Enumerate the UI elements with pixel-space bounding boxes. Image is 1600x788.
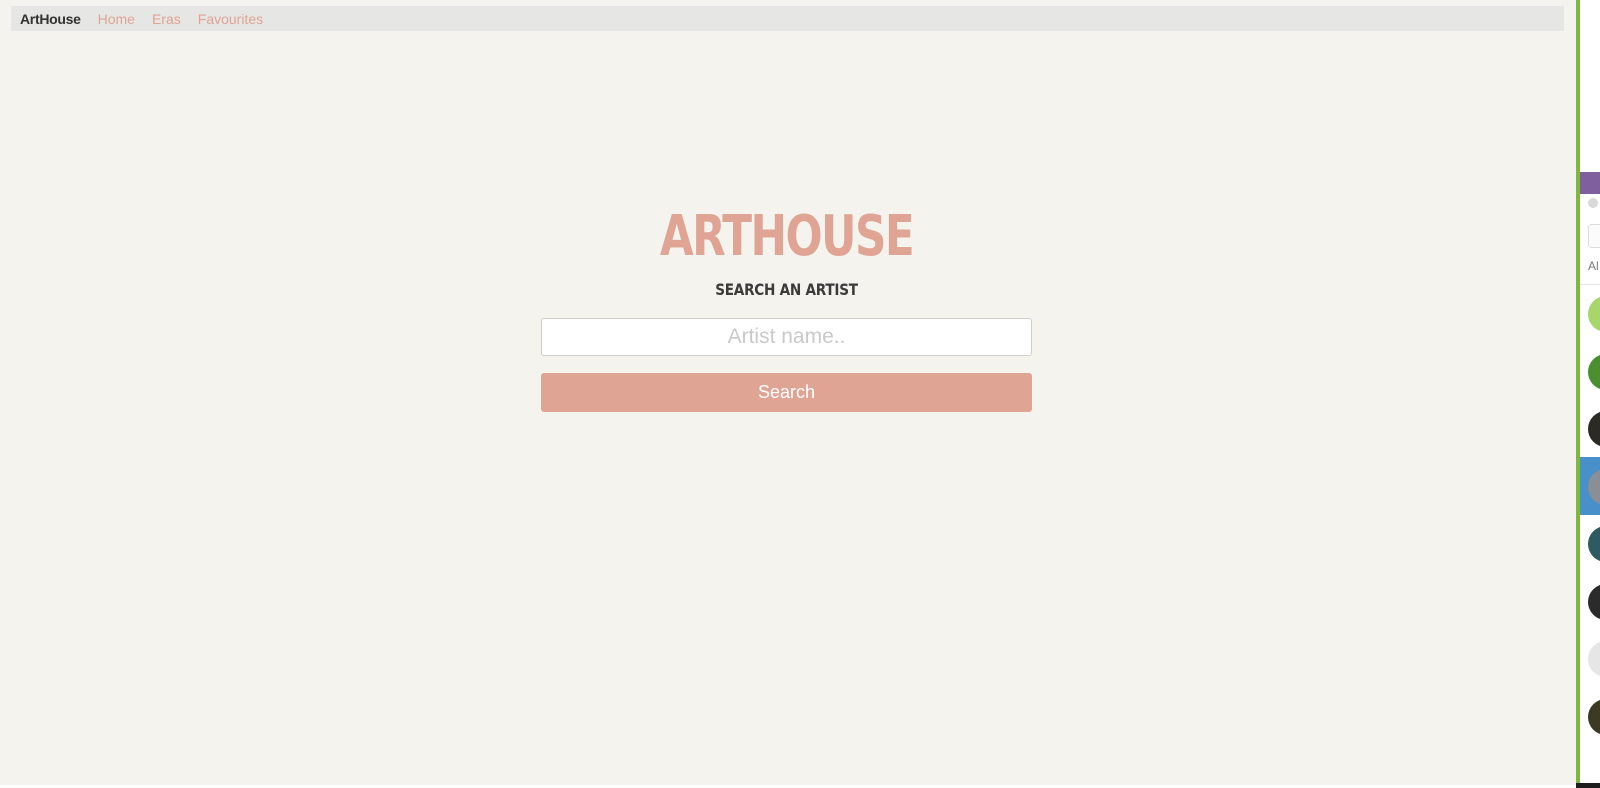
brand-link[interactable]: ArtHouse (20, 11, 81, 27)
avatar[interactable] (1588, 698, 1600, 735)
avatar[interactable] (1588, 296, 1600, 332)
avatar[interactable] (1588, 353, 1600, 390)
nav-link-favourites[interactable]: Favourites (198, 11, 263, 27)
background-search-field (1588, 224, 1600, 248)
background-window-panel: Al (1580, 0, 1600, 788)
avatar[interactable] (1588, 526, 1600, 562)
avatar[interactable] (1588, 641, 1600, 677)
window-bottom-edge (1576, 783, 1600, 788)
avatar[interactable] (1588, 411, 1600, 447)
search-button[interactable]: Search (541, 373, 1032, 412)
nav-link-eras[interactable]: Eras (152, 11, 181, 27)
background-window-header (1580, 172, 1600, 194)
window-control-icon (1588, 198, 1598, 208)
artist-search-input[interactable] (541, 318, 1032, 356)
avatar[interactable] (1588, 583, 1600, 620)
background-tab-label: Al (1588, 259, 1599, 273)
divider (1580, 284, 1600, 285)
page-subtitle: SEARCH AN ARTIST (715, 280, 858, 299)
browser-viewport: ArtHouse Home Eras Favourites ARTHOUSE S… (0, 0, 1578, 785)
top-navbar: ArtHouse Home Eras Favourites (11, 6, 1564, 31)
nav-link-home[interactable]: Home (98, 11, 135, 27)
page-title: ARTHOUSE (659, 204, 915, 269)
